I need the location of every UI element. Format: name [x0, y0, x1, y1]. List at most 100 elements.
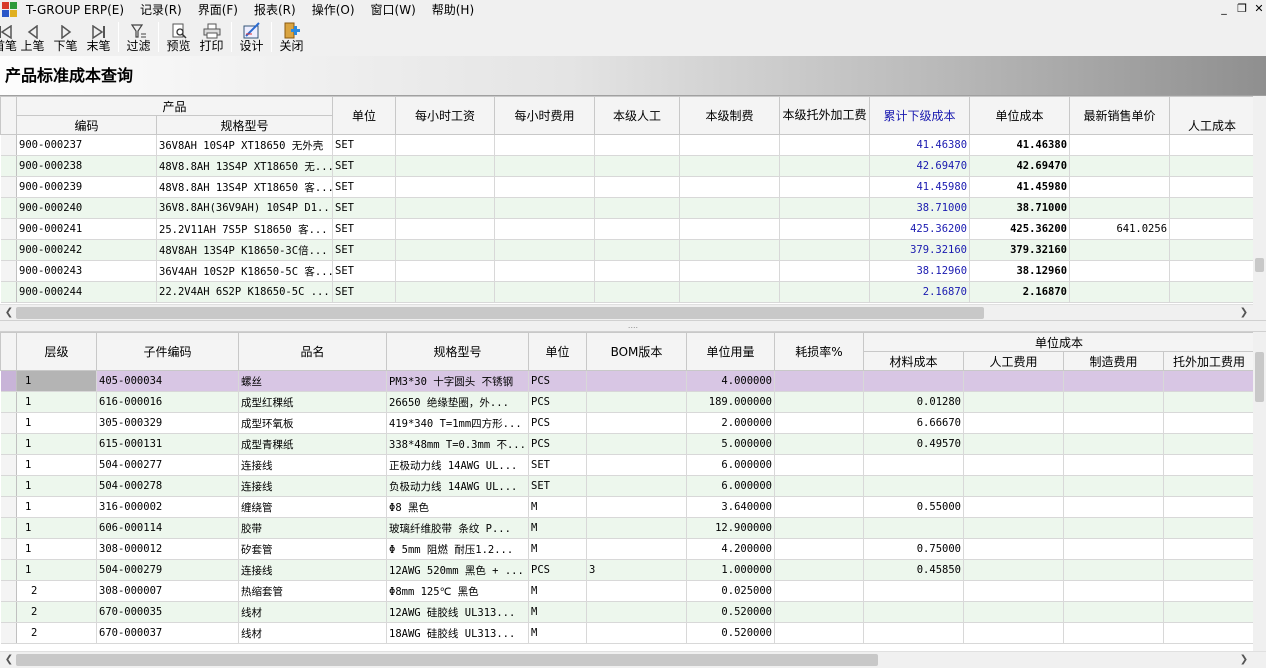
- item-name-cell[interactable]: 连接线: [238, 475, 387, 497]
- next-button[interactable]: 下笔: [49, 20, 82, 54]
- outsource-expense-cell[interactable]: [1163, 412, 1254, 434]
- spec-cell[interactable]: Φ8mm 125℃ 黑色: [386, 580, 529, 602]
- level-overhead-cell[interactable]: [679, 155, 781, 177]
- loss-rate-cell[interactable]: [774, 601, 864, 623]
- labor-cost-cell[interactable]: [1169, 155, 1254, 177]
- table-row[interactable]: 1 504-000277 连接线 正极动力线 14AWG UL... SET 6.0000…: [0, 454, 1254, 476]
- labor-cost-cell[interactable]: [1169, 134, 1254, 156]
- unit-cell[interactable]: M: [528, 538, 587, 560]
- unit-usage-cell[interactable]: 3.640000: [686, 496, 775, 518]
- manufacturing-expense-cell[interactable]: [1063, 370, 1164, 392]
- row-header[interactable]: [0, 281, 17, 303]
- table-row[interactable]: 900-000243 36V4AH 10S2P K18650-5C 客... SET…: [0, 260, 1254, 282]
- table-row[interactable]: 1 616-000016 成型红稞纸 26650 绝缘垫圈，外... PCS 189.00…: [0, 391, 1254, 413]
- loss-rate-cell[interactable]: [774, 580, 864, 602]
- child-code-cell[interactable]: 670-000037: [96, 622, 239, 644]
- prev-button[interactable]: 上笔: [16, 20, 49, 54]
- unit-cell[interactable]: M: [528, 601, 587, 623]
- child-code-cell[interactable]: 308-000012: [96, 538, 239, 560]
- col-spec[interactable]: 规格型号: [155, 115, 334, 135]
- outsource-expense-cell[interactable]: [1163, 622, 1254, 644]
- spec-cell[interactable]: 36V4AH 10S2P K18650-5C 客...: [156, 260, 334, 282]
- accum-sub-cost-cell[interactable]: 41.46380: [869, 134, 971, 156]
- table-row[interactable]: 2 308-000007 热缩套管 Φ8mm 125℃ 黑色 M 0.025000: [0, 580, 1254, 602]
- accum-sub-cost-cell[interactable]: 38.12960: [869, 260, 971, 282]
- level-outsource-cell[interactable]: [779, 176, 871, 198]
- outsource-expense-cell[interactable]: [1163, 454, 1254, 476]
- unit-cell[interactable]: SET: [332, 281, 397, 303]
- col-level[interactable]: 层级: [16, 332, 97, 371]
- level-outsource-cell[interactable]: [779, 281, 871, 303]
- row-header[interactable]: [0, 538, 17, 560]
- latest-price-cell[interactable]: [1069, 197, 1171, 219]
- material-cost-cell[interactable]: 0.49570: [863, 433, 964, 455]
- menu-app[interactable]: T-GROUP ERP(E): [26, 0, 132, 20]
- table-row[interactable]: 1 316-000002 缠绕管 Φ8 黑色 M 3.640000 0.55000: [0, 496, 1254, 518]
- preview-button[interactable]: 预览: [162, 20, 195, 54]
- level-cell[interactable]: 1: [16, 475, 97, 497]
- code-cell[interactable]: 900-000244: [16, 281, 157, 303]
- row-header[interactable]: [0, 260, 17, 282]
- child-code-cell[interactable]: 316-000002: [96, 496, 239, 518]
- manufacturing-expense-cell[interactable]: [1063, 412, 1164, 434]
- loss-rate-cell[interactable]: [774, 454, 864, 476]
- manufacturing-expense-cell[interactable]: [1063, 496, 1164, 518]
- col-bom-version[interactable]: BOM版本: [586, 332, 687, 371]
- item-name-cell[interactable]: 矽套管: [238, 538, 387, 560]
- col-hourly-expense[interactable]: 每小时费用: [494, 96, 596, 135]
- row-header[interactable]: [0, 239, 17, 261]
- splitter[interactable]: ....: [0, 320, 1266, 332]
- child-code-cell[interactable]: 305-000329: [96, 412, 239, 434]
- col-loss-rate[interactable]: 耗损率%: [774, 332, 864, 371]
- level-cell[interactable]: 1: [16, 433, 97, 455]
- row-header[interactable]: [0, 496, 17, 518]
- spec-cell[interactable]: Φ8 黑色: [386, 496, 529, 518]
- outsource-expense-cell[interactable]: [1163, 391, 1254, 413]
- code-cell[interactable]: 900-000241: [16, 218, 157, 240]
- labor-expense-cell[interactable]: [963, 412, 1064, 434]
- material-cost-cell[interactable]: [863, 580, 964, 602]
- unit-cell[interactable]: PCS: [528, 559, 587, 581]
- loss-rate-cell[interactable]: [774, 622, 864, 644]
- col-labor-expense[interactable]: 人工费用: [963, 351, 1064, 371]
- unit-cost-cell[interactable]: 41.46380: [969, 134, 1071, 156]
- latest-price-cell[interactable]: [1069, 260, 1171, 282]
- menu-report[interactable]: 报表(R): [246, 0, 304, 20]
- unit-cell[interactable]: SET: [332, 260, 397, 282]
- labor-expense-cell[interactable]: [963, 496, 1064, 518]
- unit-usage-cell[interactable]: 4.000000: [686, 370, 775, 392]
- row-header[interactable]: [0, 454, 17, 476]
- bom-version-cell[interactable]: [586, 412, 687, 434]
- manufacturing-expense-cell[interactable]: [1063, 580, 1164, 602]
- child-code-cell[interactable]: 308-000007: [96, 580, 239, 602]
- level-labor-cell[interactable]: [594, 134, 681, 156]
- unit-cost-cell[interactable]: 38.71000: [969, 197, 1071, 219]
- unit-usage-cell[interactable]: 2.000000: [686, 412, 775, 434]
- table-row[interactable]: 900-000244 22.2V4AH 6S2P K18650-5C ... SET…: [0, 281, 1254, 303]
- child-code-cell[interactable]: 615-000131: [96, 433, 239, 455]
- unit-cell[interactable]: M: [528, 580, 587, 602]
- child-code-cell[interactable]: 405-000034: [96, 370, 239, 392]
- manufacturing-expense-cell[interactable]: [1063, 622, 1164, 644]
- latest-price-cell[interactable]: [1069, 239, 1171, 261]
- table-row[interactable]: 1 308-000012 矽套管 Φ 5mm 阻燃 耐压1.2... M 4.200000…: [0, 538, 1254, 560]
- level-cell[interactable]: 1: [16, 517, 97, 539]
- outsource-expense-cell[interactable]: [1163, 433, 1254, 455]
- unit-cell[interactable]: SET: [332, 197, 397, 219]
- last-button[interactable]: 末笔: [82, 20, 115, 54]
- unit-usage-cell[interactable]: 4.200000: [686, 538, 775, 560]
- design-button[interactable]: 设计: [235, 20, 268, 54]
- accum-sub-cost-cell[interactable]: 42.69470: [869, 155, 971, 177]
- level-cell[interactable]: 1: [16, 496, 97, 518]
- unit-cell[interactable]: SET: [332, 176, 397, 198]
- material-cost-cell[interactable]: 0.01280: [863, 391, 964, 413]
- level-cell[interactable]: 1: [16, 559, 97, 581]
- level-labor-cell[interactable]: [594, 281, 681, 303]
- unit-usage-cell[interactable]: 1.000000: [686, 559, 775, 581]
- level-cell[interactable]: 2: [16, 601, 97, 623]
- hourly-wage-cell[interactable]: [395, 218, 496, 240]
- latest-price-cell[interactable]: [1069, 155, 1171, 177]
- unit-usage-cell[interactable]: 0.520000: [686, 601, 775, 623]
- row-header[interactable]: [0, 412, 17, 434]
- level-outsource-cell[interactable]: [779, 197, 871, 219]
